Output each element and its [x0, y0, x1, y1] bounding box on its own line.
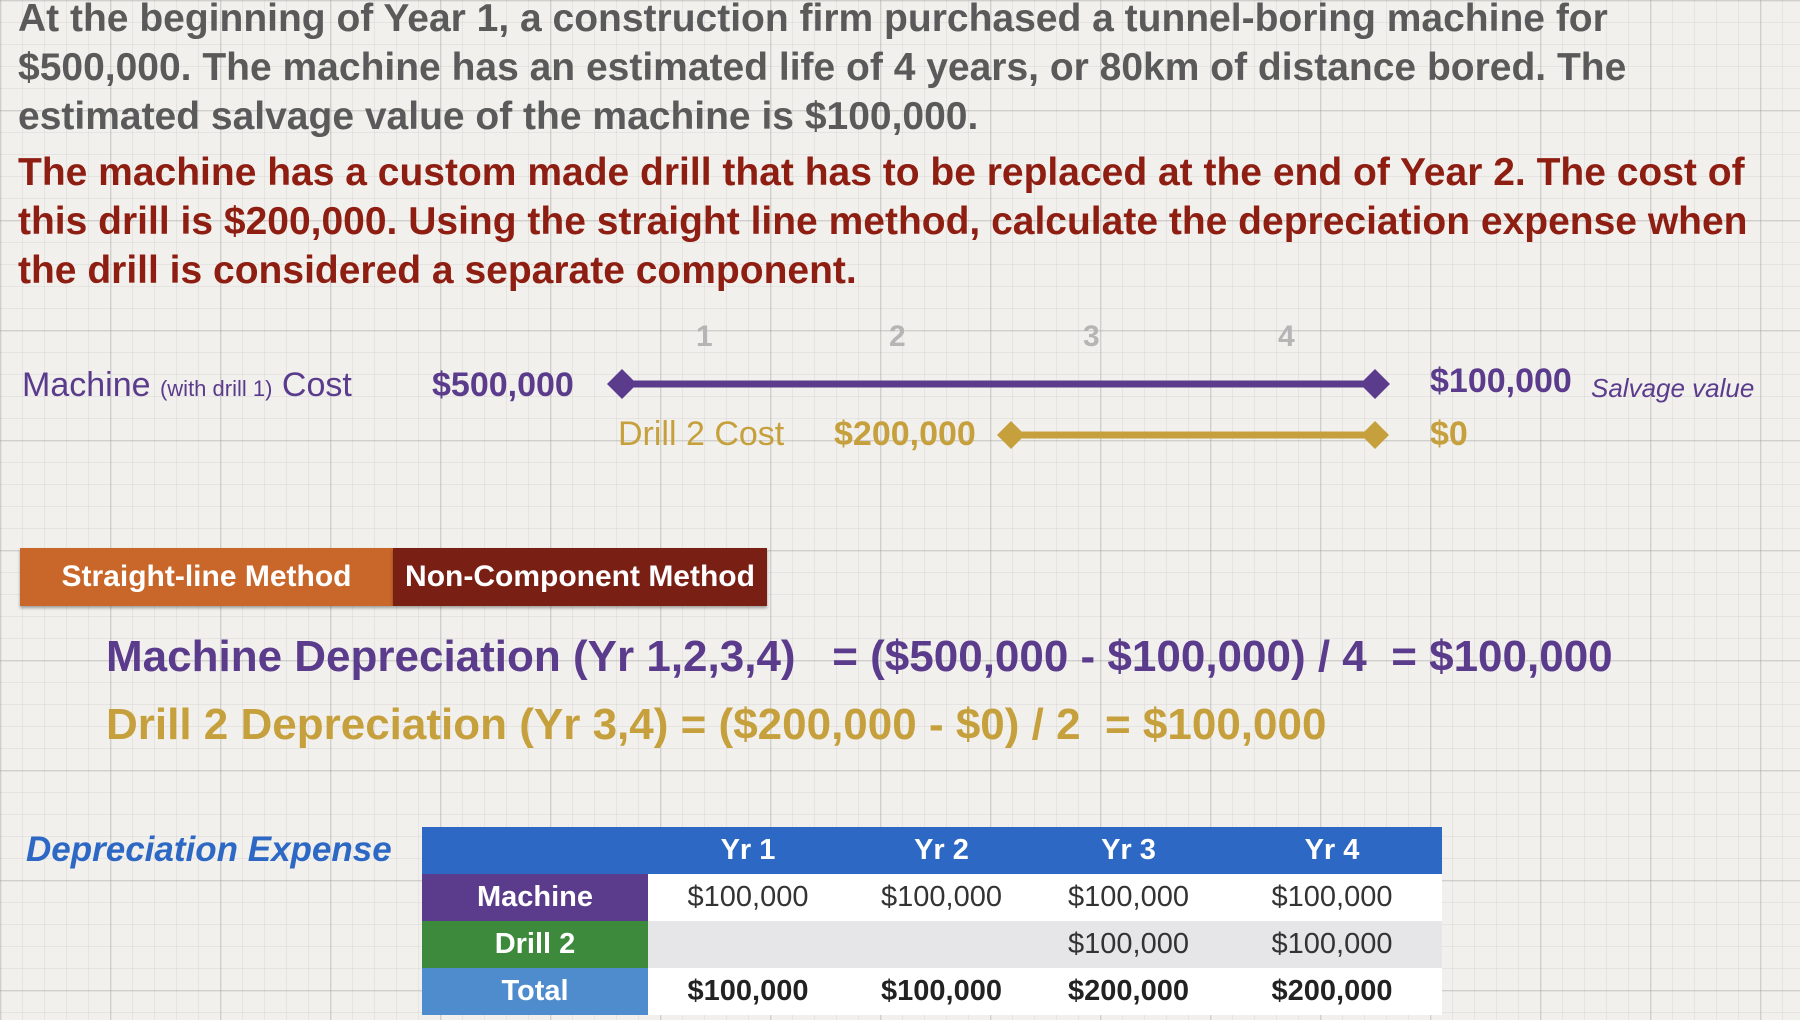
row-label-machine: Machine	[422, 874, 648, 921]
drill-depreciation-formula: Drill 2 Depreciation (Yr 3,4) = ($200,00…	[106, 700, 1327, 749]
machine-start-diamond	[607, 369, 637, 399]
table-cell: $200,000	[1222, 968, 1442, 1015]
table-header-yr2: Yr 2	[848, 827, 1035, 874]
table-cell: $100,000	[1222, 921, 1442, 968]
table-header-blank	[422, 827, 648, 874]
machine-depreciation-formula: Machine Depreciation (Yr 1,2,3,4) = ($50…	[106, 632, 1613, 681]
timeline-graphic	[607, 369, 1390, 449]
table-cell: $100,000	[848, 874, 1035, 921]
machine-end-diamond	[1360, 369, 1390, 399]
table-row-machine: Machine $100,000 $100,000 $100,000 $100,…	[422, 874, 1442, 921]
drill-start-diamond	[997, 421, 1025, 449]
non-component-method-tag: Non-Component Method	[393, 548, 767, 606]
table-row-total: Total $100,000 $100,000 $200,000 $200,00…	[422, 968, 1442, 1015]
table-cell: $100,000	[1035, 874, 1222, 921]
table-cell: $100,000	[1035, 921, 1222, 968]
table-cell: $200,000	[1035, 968, 1222, 1015]
drill-end-diamond	[1361, 421, 1389, 449]
depreciation-expense-title: Depreciation Expense	[26, 830, 392, 869]
depreciation-table: Yr 1 Yr 2 Yr 3 Yr 4 Machine $100,000 $10…	[422, 827, 1442, 1015]
table-cell	[848, 921, 1035, 968]
machine-timeline	[607, 369, 1390, 399]
table-header-yr4: Yr 4	[1222, 827, 1442, 874]
table-cell	[648, 921, 848, 968]
row-label-drill: Drill 2	[422, 921, 648, 968]
table-header-yr1: Yr 1	[648, 827, 848, 874]
drill-timeline	[997, 421, 1389, 449]
table-cell: $100,000	[648, 968, 848, 1015]
table-row-drill: Drill 2 $100,000 $100,000	[422, 921, 1442, 968]
table-cell: $100,000	[648, 874, 848, 921]
table-header-row: Yr 1 Yr 2 Yr 3 Yr 4	[422, 827, 1442, 874]
table-header-yr3: Yr 3	[1035, 827, 1222, 874]
straight-line-method-tag: Straight-line Method	[20, 548, 393, 606]
table-cell: $100,000	[1222, 874, 1442, 921]
row-label-total: Total	[422, 968, 648, 1015]
table-cell: $100,000	[848, 968, 1035, 1015]
